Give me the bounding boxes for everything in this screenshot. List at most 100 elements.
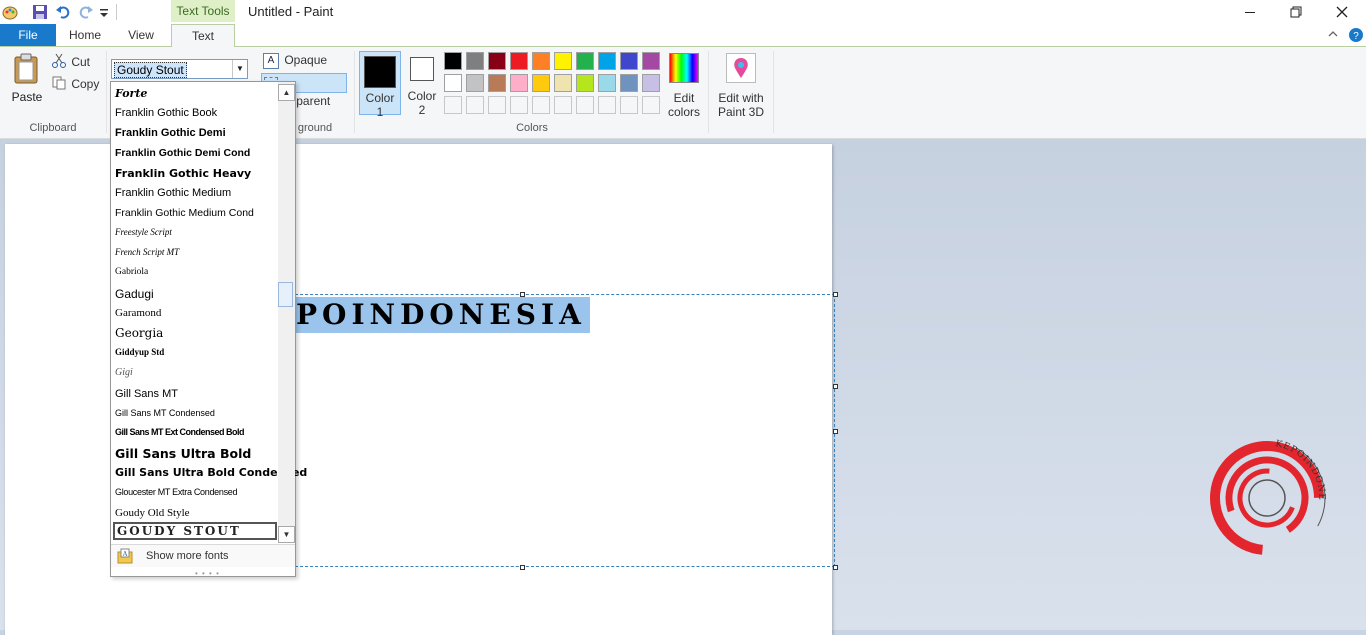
group-separator bbox=[708, 51, 709, 133]
font-item[interactable]: Georgia bbox=[115, 326, 163, 340]
edit-colors-button[interactable]: Edit colors bbox=[665, 53, 703, 119]
maximize-button[interactable] bbox=[1273, 0, 1319, 24]
palette-swatch[interactable] bbox=[576, 74, 594, 92]
palette-swatch-empty[interactable] bbox=[510, 96, 528, 114]
font-item[interactable]: Franklin Gothic Medium bbox=[115, 187, 231, 199]
font-item[interactable]: French Script MT bbox=[115, 247, 179, 257]
palette-swatch[interactable] bbox=[510, 74, 528, 92]
clipboard-group-label: Clipboard bbox=[29, 122, 77, 134]
palette-swatch[interactable] bbox=[576, 52, 594, 70]
font-item[interactable]: Goudy Old Style bbox=[115, 507, 190, 519]
svg-text:A: A bbox=[122, 550, 127, 558]
group-separator bbox=[354, 51, 355, 133]
show-more-fonts-button[interactable]: A Show more fonts bbox=[111, 544, 295, 567]
background-group-label: ground bbox=[297, 122, 333, 134]
resize-handle[interactable] bbox=[833, 292, 838, 297]
tab-home[interactable]: Home bbox=[60, 24, 110, 46]
tab-file[interactable]: File bbox=[0, 24, 56, 46]
paint-app-icon[interactable] bbox=[2, 4, 18, 20]
minimize-button[interactable] bbox=[1227, 0, 1273, 24]
font-item[interactable]: Gill Sans MT bbox=[115, 388, 178, 400]
dropdown-scrollbar[interactable]: ▲ ▼ bbox=[278, 82, 295, 543]
font-item[interactable]: Gabriola bbox=[115, 267, 148, 277]
customize-qat-icon[interactable] bbox=[98, 4, 114, 20]
ribbon-tabs: File Home View Text ? bbox=[0, 24, 1366, 48]
font-item[interactable]: Giddyup Std bbox=[115, 347, 164, 357]
font-item[interactable]: Gill Sans MT Condensed bbox=[115, 408, 215, 418]
palette-swatch[interactable] bbox=[620, 74, 638, 92]
scroll-thumb[interactable] bbox=[278, 282, 293, 307]
font-item[interactable]: Franklin Gothic Book bbox=[115, 107, 217, 119]
save-icon[interactable] bbox=[32, 4, 48, 20]
resize-handle[interactable] bbox=[833, 384, 838, 389]
close-button[interactable] bbox=[1319, 0, 1365, 24]
palette-swatch-empty[interactable] bbox=[444, 96, 462, 114]
palette-swatch[interactable] bbox=[642, 52, 660, 70]
font-item[interactable]: Gloucester MT Extra Condensed bbox=[115, 487, 238, 497]
font-item[interactable]: Forte bbox=[115, 87, 147, 100]
palette-swatch-empty[interactable] bbox=[642, 96, 660, 114]
palette-swatch[interactable] bbox=[598, 74, 616, 92]
font-item[interactable]: Gigi bbox=[115, 367, 133, 378]
font-item[interactable]: Garamond bbox=[115, 307, 161, 319]
copy-button[interactable]: Copy bbox=[52, 76, 99, 93]
palette-swatch[interactable] bbox=[620, 52, 638, 70]
font-item[interactable]: Gill Sans MT Ext Condensed Bold bbox=[115, 427, 245, 437]
undo-icon[interactable] bbox=[55, 4, 71, 20]
edit-with-paint3d-button[interactable]: Edit with Paint 3D bbox=[713, 53, 769, 119]
palette-swatch[interactable] bbox=[488, 52, 506, 70]
resize-handle[interactable] bbox=[520, 565, 525, 570]
palette-swatch[interactable] bbox=[598, 52, 616, 70]
font-item[interactable]: Gill Sans Ultra Bold bbox=[115, 446, 251, 461]
font-item[interactable]: Franklin Gothic Demi Cond bbox=[115, 147, 250, 159]
palette-swatch-empty[interactable] bbox=[488, 96, 506, 114]
resize-handle[interactable] bbox=[833, 429, 838, 434]
palette-swatch[interactable] bbox=[554, 52, 572, 70]
palette-swatch[interactable] bbox=[532, 74, 550, 92]
color1-button[interactable]: Color 1 bbox=[359, 51, 401, 119]
tab-view[interactable]: View bbox=[116, 24, 166, 46]
palette-swatch-empty[interactable] bbox=[532, 96, 550, 114]
palette-swatch[interactable] bbox=[642, 74, 660, 92]
paste-button[interactable]: Paste bbox=[8, 53, 46, 109]
help-icon[interactable]: ? bbox=[1348, 27, 1363, 42]
font-item-selected[interactable]: GOUDY STOUT bbox=[113, 522, 277, 540]
redo-icon[interactable] bbox=[78, 4, 94, 20]
chevron-down-icon[interactable]: ▼ bbox=[232, 60, 247, 78]
font-family-dropdown[interactable]: Forte Franklin Gothic Book Franklin Gothic… bbox=[110, 81, 307, 578]
palette-swatch[interactable] bbox=[466, 52, 484, 70]
dropdown-resize-grip[interactable]: • • • • bbox=[195, 569, 220, 578]
font-item[interactable]: Franklin Gothic Demi bbox=[115, 127, 226, 139]
palette-swatch-empty[interactable] bbox=[620, 96, 638, 114]
canvas-text-selection[interactable]: POINDONESIA bbox=[296, 297, 590, 333]
font-item[interactable]: Gadugi bbox=[115, 287, 154, 301]
font-item[interactable]: Franklin Gothic Heavy bbox=[115, 167, 251, 180]
palette-swatch[interactable] bbox=[532, 52, 550, 70]
resize-handle[interactable] bbox=[833, 565, 838, 570]
palette-swatch[interactable] bbox=[444, 74, 462, 92]
text-box-frame[interactable] bbox=[290, 294, 835, 567]
scroll-up-icon[interactable]: ▲ bbox=[278, 84, 295, 101]
scroll-down-icon[interactable]: ▼ bbox=[278, 526, 295, 543]
palette-swatch[interactable] bbox=[510, 52, 528, 70]
color2-button[interactable]: Color 2 bbox=[403, 51, 441, 117]
context-tab-label: Text Tools bbox=[171, 0, 235, 22]
color2-number: 2 bbox=[418, 103, 426, 117]
group-separator bbox=[773, 51, 774, 133]
font-family-combo[interactable]: Goudy Stout ▼ bbox=[111, 59, 248, 79]
palette-swatch-empty[interactable] bbox=[576, 96, 594, 114]
palette-swatch[interactable] bbox=[554, 74, 572, 92]
font-item[interactable]: Freestyle Script bbox=[115, 227, 172, 237]
palette-swatch-empty[interactable] bbox=[466, 96, 484, 114]
palette-swatch[interactable] bbox=[466, 74, 484, 92]
palette-swatch-empty[interactable] bbox=[554, 96, 572, 114]
font-item[interactable]: Franklin Gothic Medium Cond bbox=[115, 207, 254, 219]
opaque-button[interactable]: A Opaque bbox=[263, 53, 327, 69]
palette-swatch[interactable] bbox=[488, 74, 506, 92]
font-family-value[interactable]: Goudy Stout bbox=[114, 62, 187, 78]
tab-text[interactable]: Text bbox=[171, 24, 235, 48]
collapse-ribbon-icon[interactable] bbox=[1326, 27, 1340, 41]
palette-swatch-empty[interactable] bbox=[598, 96, 616, 114]
cut-button[interactable]: Cut bbox=[52, 53, 90, 72]
palette-swatch[interactable] bbox=[444, 52, 462, 70]
